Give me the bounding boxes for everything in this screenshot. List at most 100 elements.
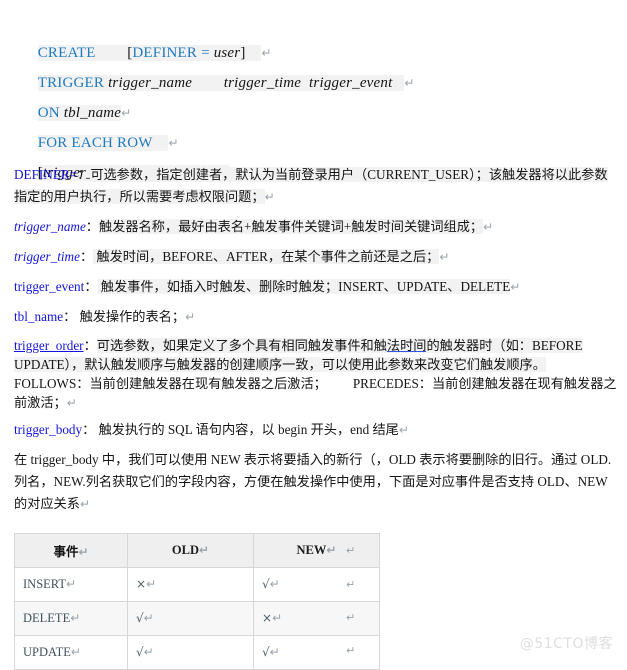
definition-tbl-name: tbl_name： 触发操作的表名；↵: [14, 306, 617, 328]
colon: ：: [82, 422, 96, 437]
cell-old: √↵: [127, 635, 254, 670]
cell-new-mark: ×: [262, 611, 273, 625]
keyword-trigger: TRIGGER: [37, 75, 105, 91]
table-row: UPDATE↵ √↵ √↵: [14, 635, 380, 670]
placeholder-trigger-name: trigger_name: [108, 75, 193, 91]
definition-trigger-order: trigger_order：可选参数，如果定义了多个具有相同触发事件和触法时间的…: [14, 336, 617, 413]
definition-text-trigger-order-underlined: 法时间: [386, 338, 427, 353]
param-label-trigger-event: trigger_event: [14, 279, 85, 294]
param-label-trigger-order: trigger_order: [14, 338, 84, 353]
table-header-row: 事件↵ OLD↵ NEW↵: [14, 533, 380, 568]
pilcrow-icon: ↵: [510, 280, 521, 294]
definition-text-trigger-order-a: 可选参数，如果定义了多个具有相同触发事件和触: [96, 338, 387, 353]
syntax-trailing-space: [246, 45, 262, 61]
column-header-old: OLD↵: [127, 533, 254, 568]
cell-old: ×↵: [127, 567, 254, 602]
pilcrow-icon: ↵: [264, 190, 275, 204]
column-header-event: 事件↵: [14, 533, 128, 568]
param-label-trigger-body: trigger_body: [14, 422, 83, 437]
colon: ：: [85, 219, 99, 234]
definition-text-trigger-body: 触发执行的 SQL 语句内容，以 begin 开头，end 结尾: [95, 422, 399, 437]
pilcrow-icon: ↵: [261, 46, 272, 60]
syntax-block: CREATE [DEFINER = user] ↵ TRIGGER trigge…: [0, 0, 627, 181]
pilcrow-icon: ↵: [272, 611, 283, 625]
pilcrow-icon: ↵: [121, 106, 132, 120]
colon: ：: [83, 338, 97, 353]
param-label-trigger-name: trigger_name: [14, 219, 86, 234]
keyword-on: ON: [37, 105, 60, 121]
column-header-event-label: 事件: [53, 545, 79, 559]
pilcrow-icon: ↵: [326, 543, 337, 557]
pilcrow-icon: ↵: [346, 544, 356, 557]
pilcrow-icon: ↵: [404, 76, 415, 90]
pilcrow-icon: ↵: [346, 611, 356, 624]
pilcrow-icon: ↵: [143, 611, 154, 625]
pilcrow-icon: ↵: [398, 423, 409, 437]
placeholder-trigger-event: trigger_event: [309, 75, 393, 91]
param-label-definer: DEFINER=: [14, 167, 78, 182]
cell-event-label: UPDATE: [23, 645, 71, 659]
definition-trigger-name: trigger_name：触发器名称，最好由表名+触发事件关键词+触发时间关键词…: [14, 216, 617, 238]
syntax-space: [301, 75, 309, 91]
pilcrow-icon: ↵: [269, 645, 280, 659]
column-header-new-label: NEW: [296, 543, 327, 557]
document-page: CREATE [DEFINER = user] ↵ TRIGGER trigge…: [0, 0, 627, 670]
definition-trigger-event: trigger_event： 触发事件，如插入时触发、删除时触发；INSERT、…: [14, 276, 617, 298]
param-label-trigger-time: trigger_time: [14, 249, 80, 264]
cell-new-mark: √: [262, 645, 270, 659]
equals-sign: =: [197, 45, 214, 61]
cell-new-mark: √: [262, 577, 270, 591]
cell-event-label: DELETE: [23, 611, 71, 625]
body-note-paragraph: 在 trigger_body 中，我们可以使用 NEW 表示将要插入的新行（，O…: [14, 449, 617, 515]
pilcrow-icon: ↵: [66, 577, 77, 591]
keyword-for-each-row: FOR EACH ROW: [37, 135, 153, 151]
keyword-definer: DEFINER: [132, 45, 198, 61]
pilcrow-icon: ↵: [70, 645, 81, 659]
syntax-space: [96, 45, 128, 61]
table-row: DELETE↵ √↵ ×↵: [14, 601, 380, 636]
table-header: 事件↵ OLD↵ NEW↵: [14, 533, 380, 568]
syntax-line-create-definer: CREATE [DEFINER = user] ↵: [14, 8, 627, 61]
watermark: @51CTO博客: [519, 636, 613, 652]
definition-text-trigger-event: 触发事件，如插入时触发、删除时触发；INSERT、UPDATE、DELETE: [97, 279, 511, 294]
cell-old-mark: ×: [136, 577, 147, 591]
cell-event-label: INSERT: [23, 577, 66, 591]
column-header-old-label: OLD: [171, 543, 200, 557]
table-body: INSERT↵ ×↵ √↵ DELETE↵ √↵ ×↵ UPDATE↵ √↵ √…: [14, 567, 380, 670]
pilcrow-icon: ↵: [168, 136, 179, 150]
pilcrow-icon: ↵: [66, 396, 77, 410]
pilcrow-icon: ↵: [70, 611, 81, 625]
colon: ：: [79, 249, 94, 264]
follows-text: FOLLOWS：当前创建触发器在现有触发器之后激活；: [14, 376, 327, 391]
colon: ：: [63, 309, 77, 324]
pilcrow-icon: ↵: [346, 578, 356, 591]
definition-definer: DEFINER=：可选参数，指定创建者，默认为当前登录用户（CURRENT_US…: [14, 164, 617, 208]
cell-event: INSERT↵: [14, 567, 128, 602]
cell-old-mark: √: [136, 611, 144, 625]
pilcrow-icon: ↵: [143, 645, 154, 659]
keyword-create: CREATE: [37, 45, 96, 61]
body-note-text: 在 trigger_body 中，我们可以使用 NEW 表示将要插入的新行（，O…: [14, 452, 612, 511]
syntax-space: [153, 135, 169, 151]
definition-text-tbl-name: 触发操作的表名；: [76, 309, 186, 324]
pilcrow-icon: ↵: [199, 543, 210, 557]
definition-trigger-body: trigger_body： 触发执行的 SQL 语句内容，以 begin 开头，…: [14, 419, 617, 441]
pilcrow-icon: ↵: [146, 577, 157, 591]
cell-old: √↵: [127, 601, 254, 636]
syntax-space: [192, 75, 224, 91]
colon: ：: [84, 279, 98, 294]
cell-event: UPDATE↵: [14, 635, 128, 670]
definition-text-definer: 可选参数，指定创建者，默认为当前登录用户（CURRENT_USER）；该触发器将…: [14, 167, 608, 204]
definition-text-trigger-name: 触发器名称，最好由表名+触发事件关键词+触发时间关键词组成；: [98, 219, 484, 234]
cell-event: DELETE↵: [14, 601, 128, 636]
description-block: DEFINER= ： 可选参数，指定创建者，默认为当前登录用户（CURRENT_US…: [0, 158, 627, 515]
pilcrow-icon: ↵: [79, 497, 90, 511]
pilcrow-icon: ↵: [346, 644, 356, 657]
definition-trigger-time: trigger_time： 触发时间，BEFORE、AFTER，在某个事件之前还…: [14, 246, 617, 268]
placeholder-tbl-name: tbl_name: [63, 105, 122, 121]
param-label-tbl-name: tbl_name: [14, 309, 64, 324]
pilcrow-icon: ↵: [185, 310, 196, 324]
definition-text-trigger-time: 触发时间，BEFORE、AFTER，在某个事件之前还是之后；: [93, 249, 440, 264]
placeholder-trigger-time: trigger_time: [223, 75, 302, 91]
pilcrow-icon: ↵: [269, 577, 280, 591]
